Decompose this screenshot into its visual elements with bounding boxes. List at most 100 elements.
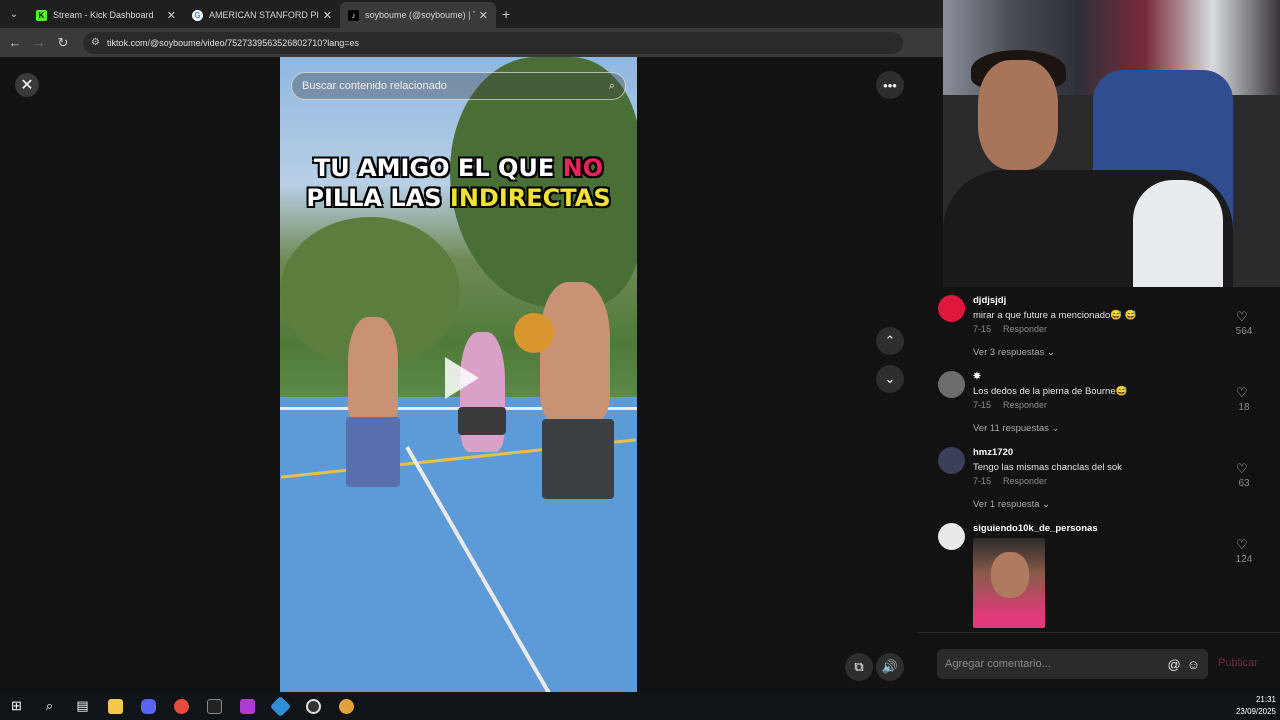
comment-input[interactable]: Agregar comentario... @ ☺ [937, 649, 1208, 679]
reply-button[interactable]: Responder [1003, 400, 1047, 410]
file-explorer-icon[interactable] [99, 692, 132, 720]
forward-arrow-icon[interactable]: → [27, 35, 51, 50]
video-viewer: ✕ Buscar contenido relacionado ⌕ TU AMIG… [0, 57, 918, 692]
avatar[interactable] [938, 523, 965, 550]
new-tab-icon[interactable]: + [502, 6, 510, 22]
close-tab-icon[interactable]: ✕ [167, 9, 176, 22]
related-search-input[interactable]: Buscar contenido relacionado ⌕ [291, 72, 626, 100]
windows-taskbar: ⊞ ⌕ ▤ 21:31 23/09/2025 [0, 692, 1280, 720]
app-icon[interactable] [198, 692, 231, 720]
like-heart-icon[interactable]: ♡ [1236, 309, 1248, 325]
app-icon[interactable] [264, 692, 297, 720]
close-tab-icon[interactable]: ✕ [323, 9, 332, 22]
like-count: 124 [1235, 554, 1253, 565]
task-view-icon[interactable]: ▤ [66, 692, 99, 720]
url-text: tiktok.com/@soyboume/video/7527339563526… [106, 37, 360, 48]
search-icon[interactable]: ⌕ [609, 80, 615, 93]
comment-date: 7-15 [973, 400, 992, 410]
comment-item: ✵ Los dedos de la pierna de Bourne😅 7-15… [918, 363, 1280, 439]
browser-tab-bar: ⌄ K Stream - Kick Dashboard ✕ G AMERICAN… [0, 0, 943, 28]
view-replies-button[interactable]: Ver 1 respuesta ⌄ [973, 499, 1050, 510]
clock-date: 23/09/2025 [1235, 707, 1276, 716]
comment-date: 7-15 [973, 476, 992, 486]
video-basketball [514, 313, 554, 353]
view-replies-button[interactable]: Ver 11 respuestas ⌄ [973, 423, 1059, 434]
reply-button[interactable]: Responder [1003, 324, 1047, 334]
publish-button[interactable]: Publicar [1218, 657, 1258, 669]
tab-google-search[interactable]: G AMERICAN STANFORD PITBUL ✕ [184, 2, 340, 28]
emoji-icon[interactable]: ☺ [1187, 657, 1200, 672]
comment-text: mirar a que future a mencionado😅 😅 [973, 310, 1137, 321]
like-count: 63 [1238, 478, 1250, 489]
back-arrow-icon[interactable]: ← [3, 35, 27, 50]
comments-panel: djdjsjdj mirar a que future a mencionado… [918, 287, 1280, 632]
address-toolbar: ← → ↻ ⚙ tiktok.com/@soyboume/video/75273… [0, 28, 943, 57]
mention-icon[interactable]: @ [1168, 657, 1181, 672]
windows-start-icon[interactable]: ⊞ [0, 692, 33, 720]
reload-icon[interactable]: ↻ [51, 35, 75, 51]
google-favicon-icon: G [192, 9, 203, 21]
previous-video-icon[interactable]: ⌃ [876, 327, 904, 355]
tab-search-icon[interactable]: ⌄ [0, 0, 28, 28]
video-caption: TU AMIGO EL QUE NO PILLA LAS INDIRECTAS [280, 153, 637, 213]
tab-title: soyboume (@soyboume) | TikT [365, 10, 475, 20]
tab-kick-dashboard[interactable]: K Stream - Kick Dashboard ✕ [28, 2, 184, 28]
app-icon[interactable] [231, 692, 264, 720]
tab-title: AMERICAN STANFORD PITBUL [209, 10, 319, 20]
avatar[interactable] [938, 295, 965, 322]
discord-icon[interactable] [132, 692, 165, 720]
avatar[interactable] [938, 371, 965, 398]
volume-icon[interactable]: 🔊 [876, 653, 904, 681]
url-bar[interactable]: ⚙ tiktok.com/@soyboume/video/75273395635… [83, 31, 903, 54]
comment-image[interactable] [973, 538, 1045, 628]
webcam-streamer [1133, 180, 1223, 287]
next-video-icon[interactable]: ⌄ [876, 365, 904, 393]
video-person [346, 417, 400, 487]
kick-favicon-icon: K [36, 9, 47, 21]
comment-username[interactable]: djdjsjdj [973, 295, 1006, 306]
caption-text: TU AMIGO EL QUE [313, 154, 563, 182]
caption-text: PILLA LAS [306, 184, 450, 212]
reply-button[interactable]: Responder [1003, 476, 1047, 486]
chrome-icon[interactable] [165, 692, 198, 720]
obs-icon[interactable] [297, 692, 330, 720]
view-replies-button[interactable]: Ver 3 respuestas ⌄ [973, 347, 1055, 358]
tab-title: Stream - Kick Dashboard [53, 10, 154, 20]
avatar[interactable] [938, 447, 965, 474]
like-count: 564 [1235, 326, 1253, 337]
comment-username[interactable]: ✵ [973, 371, 981, 382]
play-icon[interactable] [445, 357, 479, 399]
comment-composer: Agregar comentario... @ ☺ Publicar [918, 632, 1280, 692]
like-count: 18 [1238, 402, 1250, 413]
video-player[interactable]: Buscar contenido relacionado ⌕ TU AMIGO … [280, 57, 637, 692]
webcam-streamer [978, 60, 1058, 170]
like-heart-icon[interactable]: ♡ [1236, 461, 1248, 477]
comment-placeholder: Agregar comentario... [945, 658, 1051, 670]
close-tab-icon[interactable]: ✕ [479, 9, 488, 22]
comment-text: Los dedos de la pierna de Bourne😅 [973, 386, 1128, 397]
search-icon[interactable]: ⌕ [33, 692, 66, 720]
more-options-icon[interactable]: ••• [876, 71, 904, 99]
comment-username[interactable]: hmz1720 [973, 447, 1013, 458]
comment-text: Tengo las mismas chanclas del sok [973, 462, 1122, 473]
chrome-icon[interactable] [330, 692, 363, 720]
video-person [540, 282, 610, 422]
like-heart-icon[interactable]: ♡ [1236, 537, 1248, 553]
caption-text: INDIRECTAS [449, 184, 611, 212]
comment-item: siguiendo10k_de_personas ♡ 124 [918, 515, 1280, 632]
tab-tiktok[interactable]: ♪ soyboume (@soyboume) | TikT ✕ [340, 2, 496, 28]
video-person [458, 407, 506, 435]
video-person [542, 419, 614, 499]
like-heart-icon[interactable]: ♡ [1236, 385, 1248, 401]
tiktok-favicon-icon: ♪ [348, 9, 359, 21]
system-clock[interactable]: 21:31 23/09/2025 [1236, 694, 1276, 718]
close-icon[interactable]: ✕ [15, 73, 39, 97]
comment-date: 7-15 [973, 324, 992, 334]
floating-player-icon[interactable]: ⧉ [845, 653, 873, 681]
caption-text: NO [562, 154, 604, 182]
site-settings-icon[interactable]: ⚙ [91, 37, 100, 48]
comment-item: hmz1720 Tengo las mismas chanclas del so… [918, 439, 1280, 515]
video-person [348, 317, 398, 427]
comment-username[interactable]: siguiendo10k_de_personas [973, 523, 1098, 534]
search-placeholder: Buscar contenido relacionado [302, 80, 447, 92]
